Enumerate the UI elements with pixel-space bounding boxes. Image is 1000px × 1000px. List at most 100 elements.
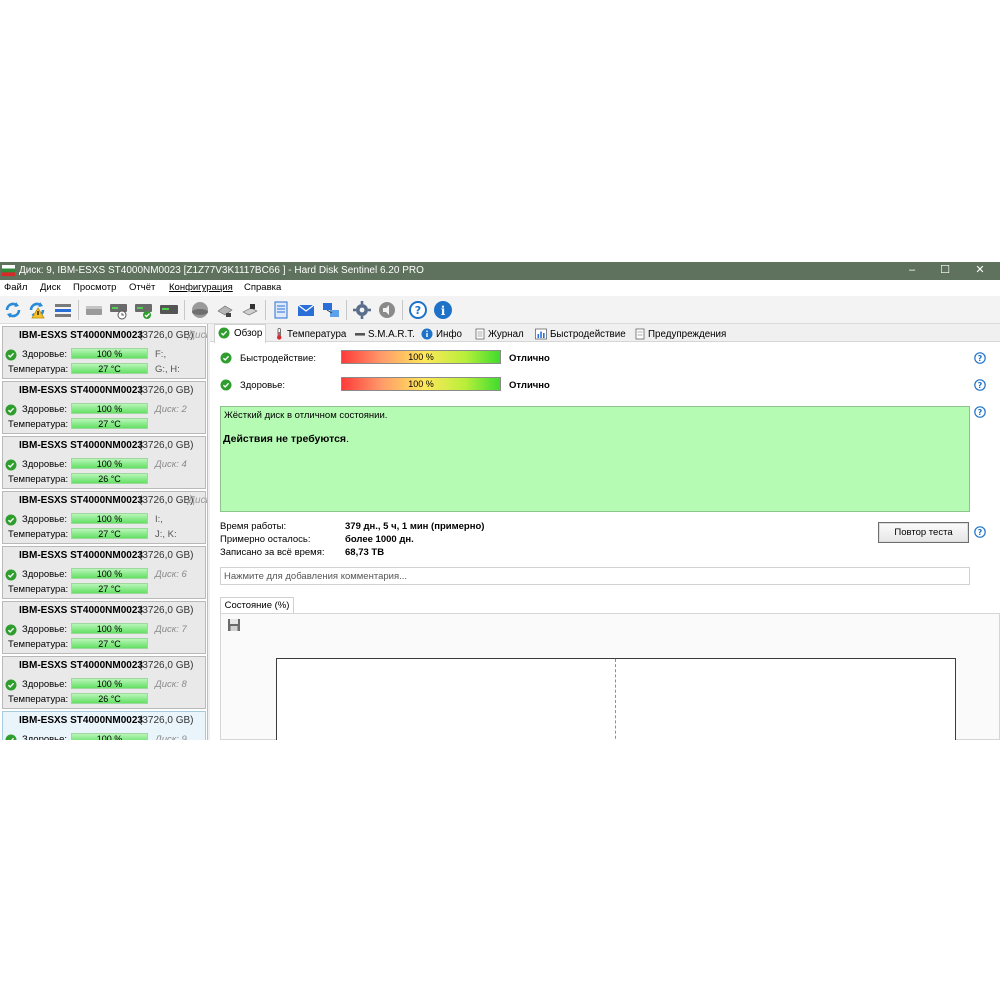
svg-text:?: ? xyxy=(978,354,983,363)
comment-placeholder: Нажмите для добавления комментария... xyxy=(224,571,408,582)
disk-dark-icon[interactable] xyxy=(158,299,180,321)
written-label: Записано за всё время: xyxy=(220,547,325,558)
warning-icon xyxy=(635,328,645,340)
menu-report[interactable]: Отчёт xyxy=(129,282,155,293)
disk-overflow-text: Диск xyxy=(188,495,207,506)
uptime-label: Время работы: xyxy=(220,521,287,532)
disk-reference: I:, xyxy=(155,514,163,525)
check-circle-icon xyxy=(5,679,17,691)
health-bar: 100 % xyxy=(71,348,148,359)
network-icon[interactable] xyxy=(320,299,342,321)
check-circle-icon xyxy=(5,734,17,740)
disk-reference: Диск: 8 xyxy=(155,679,187,690)
tab-warnings[interactable]: Предупреждения xyxy=(631,326,726,342)
tab-info[interactable]: Инфо xyxy=(418,326,468,342)
tab-performance[interactable]: Быстродействие xyxy=(532,326,628,342)
close-button[interactable]: ✕ xyxy=(964,262,996,280)
disk-reference: Диск: 4 xyxy=(155,459,187,470)
disk-check-icon[interactable] xyxy=(133,299,155,321)
temperature-bar: 27 °C xyxy=(71,363,148,374)
tab-status-percent[interactable]: Состояние (%) xyxy=(220,597,294,614)
refresh-warning-icon[interactable] xyxy=(27,299,49,321)
tab-temperature[interactable]: Температура xyxy=(270,326,348,342)
retest-button[interactable]: Повтор теста xyxy=(878,522,969,543)
disk-card[interactable]: IBM-ESXS ST4000NM0023 (3726,0 GB) Здоровье… xyxy=(2,381,206,434)
health-bar: 100 % xyxy=(71,403,148,414)
disk-card[interactable]: IBM-ESXS ST4000NM0023 (3726,0 GB) Здоровье… xyxy=(2,656,206,709)
help-icon[interactable]: ? xyxy=(407,299,429,321)
info-icon xyxy=(421,328,433,340)
sphere-icon[interactable] xyxy=(189,299,211,321)
menu-view[interactable]: Просмотр xyxy=(73,282,116,293)
temperature-bar: 26 °C xyxy=(71,473,148,484)
health-label: Здоровье: xyxy=(22,404,68,415)
tab-bar: Обзор Температура S.M.A.R.T. Инфо Журнал… xyxy=(210,324,1000,343)
disk-name: IBM-ESXS ST4000NM0023 xyxy=(19,605,143,616)
disk-list-icon[interactable] xyxy=(52,299,74,321)
save-icon[interactable] xyxy=(227,618,241,632)
usb-drive-icon-2[interactable] xyxy=(239,299,261,321)
usb-drive-icon[interactable] xyxy=(214,299,236,321)
comment-input[interactable]: Нажмите для добавления комментария... xyxy=(220,567,970,585)
menu-file[interactable]: Файл xyxy=(4,282,27,293)
tab-overview[interactable]: Обзор xyxy=(214,324,266,343)
check-circle-icon xyxy=(5,624,17,636)
disk-name: IBM-ESXS ST4000NM0023 xyxy=(19,330,143,341)
help-icon[interactable]: ? xyxy=(974,379,986,391)
disk-reference: J:, K: xyxy=(155,529,177,540)
disk-size: (3726,0 GB) xyxy=(139,550,194,561)
disk-size: (3726,0 GB) xyxy=(139,440,194,451)
disk-name: IBM-ESXS ST4000NM0023 xyxy=(19,715,143,726)
menu-disk[interactable]: Диск xyxy=(40,282,61,293)
temperature-label: Температура: xyxy=(8,584,69,595)
check-circle-icon xyxy=(218,327,230,339)
disk-reference: G:, H: xyxy=(155,364,180,375)
health-bar: 100 % xyxy=(341,377,501,391)
info-icon[interactable]: i xyxy=(432,299,454,321)
settings-icon[interactable] xyxy=(351,299,373,321)
check-circle-icon xyxy=(5,459,17,471)
disk-grey-icon[interactable] xyxy=(83,299,105,321)
disk-card[interactable]: IBM-ESXS ST4000NM0023(3726,0 GB)Диск Здор… xyxy=(2,491,207,544)
temperature-bar: 27 °C xyxy=(71,528,148,539)
disk-card[interactable]: IBM-ESXS ST4000NM0023 (3726,0 GB) Здоровье… xyxy=(2,436,206,489)
tab-label: Быстродействие xyxy=(550,329,626,340)
health-label: Здоровье: xyxy=(22,514,68,525)
disk-card[interactable]: IBM-ESXS ST4000NM0023 (3726,0 GB) Здоровье… xyxy=(2,601,206,654)
disk-card[interactable]: IBM-ESXS ST4000NM0023(3726,0 GB)Диск Здор… xyxy=(2,326,207,379)
menu-config[interactable]: Конфигурация xyxy=(169,282,233,293)
help-icon[interactable]: ? xyxy=(974,352,986,364)
tab-smart[interactable]: S.M.A.R.T. xyxy=(351,326,415,342)
check-circle-icon xyxy=(5,404,17,416)
disk-name: IBM-ESXS ST4000NM0023 xyxy=(19,440,143,451)
remaining-label: Примерно осталось: xyxy=(220,534,311,545)
disk-card[interactable]: IBM-ESXS ST4000NM0023 (3726,0 GB) Здоровье… xyxy=(2,546,206,599)
status-action-end: . xyxy=(346,433,349,445)
help-icon[interactable]: ? xyxy=(974,406,986,418)
disk-clock-icon[interactable] xyxy=(108,299,130,321)
uptime-value: 379 дн., 5 ч, 1 мин (примерно) xyxy=(345,521,485,532)
disk-reference: Диск: 6 xyxy=(155,569,187,580)
performance-icon xyxy=(535,328,547,340)
speaker-icon[interactable] xyxy=(376,299,398,321)
smart-icon xyxy=(355,333,365,336)
report-icon[interactable] xyxy=(270,299,292,321)
refresh-icon[interactable] xyxy=(2,299,24,321)
tab-journal[interactable]: Журнал xyxy=(471,326,529,342)
health-bar: 100 % xyxy=(71,733,148,740)
menu-bar: Файл Диск Просмотр Отчёт Конфигурация Сп… xyxy=(0,280,1000,296)
temperature-label: Температура: xyxy=(8,364,69,375)
disk-size: (3726,0 GB) xyxy=(139,495,194,506)
menu-help[interactable]: Справка xyxy=(244,282,281,293)
journal-icon xyxy=(475,328,485,340)
minimize-button[interactable]: – xyxy=(896,262,928,280)
help-icon[interactable]: ? xyxy=(974,526,986,538)
toolbar-separator xyxy=(402,300,403,320)
disk-card[interactable]: IBM-ESXS ST4000NM0023 (3726,0 GB) Здоровье… xyxy=(2,711,206,740)
check-circle-icon xyxy=(220,379,232,391)
maximize-button[interactable]: ☐ xyxy=(929,262,961,280)
health-label: Здоровье: xyxy=(22,734,68,740)
temperature-bar: 27 °C xyxy=(71,418,148,429)
mail-icon[interactable] xyxy=(295,299,317,321)
thermometer-icon xyxy=(277,328,282,340)
